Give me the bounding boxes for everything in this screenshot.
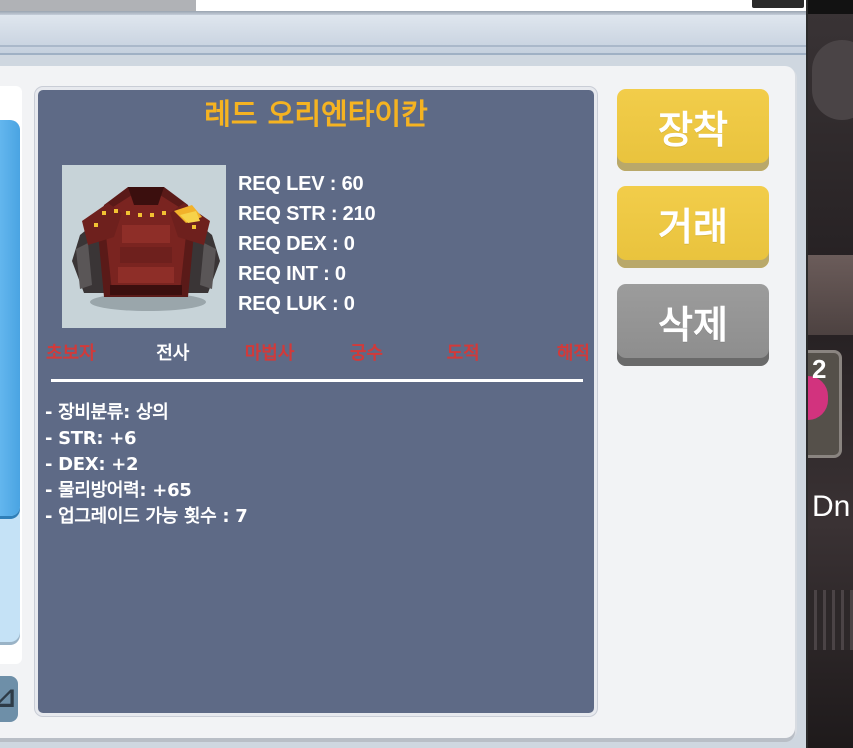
scene-railing — [808, 590, 853, 650]
top-right-marker — [752, 0, 804, 8]
job-magician: 마법사 — [244, 343, 295, 364]
job-thief: 도적 — [446, 343, 480, 364]
scene-player-name: Dn — [812, 490, 851, 523]
job-beginner: 초보자 — [46, 343, 96, 364]
req-int: REQ INT : 0 — [238, 263, 346, 285]
scene-pillar — [812, 40, 853, 120]
stat-category: - 장비분류: 상의 — [45, 402, 169, 423]
requirements-list: REQ LEV : 60 REQ STR : 210 REQ DEX : 0 R… — [238, 169, 488, 319]
job-warrior: 전사 — [156, 343, 190, 364]
delete-button[interactable]: 삭제 — [617, 284, 769, 366]
req-dex: REQ DEX : 0 — [238, 233, 355, 255]
game-scene: 2 Dn — [808, 0, 853, 748]
item-image — [62, 165, 226, 328]
req-luk: REQ LUK : 0 — [238, 293, 355, 315]
top-left-tab — [0, 0, 196, 11]
scene-wall — [808, 255, 853, 335]
job-pirate: 해적 — [556, 343, 590, 364]
scene-frame — [808, 0, 853, 14]
item-name: 레드 오리엔타이칸 — [204, 97, 428, 131]
stat-str: - STR: +6 — [45, 428, 137, 449]
trade-button[interactable]: 거래 — [617, 186, 769, 268]
corner-button[interactable]: ⊿ — [0, 676, 18, 722]
stat-dex: - DEX: +2 — [45, 454, 139, 475]
item-detail-card: 레드 오리엔타이칸 REQ LEV: 60 REQ STR: 210 REQ… — [35, 87, 597, 716]
scene-item-count: 2 — [812, 354, 827, 384]
job-bowman: 궁수 — [349, 343, 383, 364]
equip-button[interactable]: 장착 — [617, 89, 769, 171]
job-restrictions: 초보자 전사 마법사 궁수 도적 해적 — [46, 342, 590, 366]
window-header — [0, 15, 808, 55]
req-str: REQ STR : 210 — [238, 203, 376, 225]
red-armor-top-icon — [62, 165, 226, 328]
stat-defense: - 물리방어력: +65 — [45, 480, 192, 501]
item-stats: - 장비분류: 상의 - STR: +6 - DEX: +2 - 물리방어력: … — [45, 400, 585, 530]
divider — [51, 379, 583, 382]
req-level: REQ LEV : 60 — [238, 173, 364, 195]
scrollbar-thumb[interactable] — [0, 120, 20, 516]
partial-icon: ⊿ — [0, 681, 17, 714]
stat-upgrade-slots: - 업그레이드 가능 횟수 : 7 — [45, 506, 248, 527]
